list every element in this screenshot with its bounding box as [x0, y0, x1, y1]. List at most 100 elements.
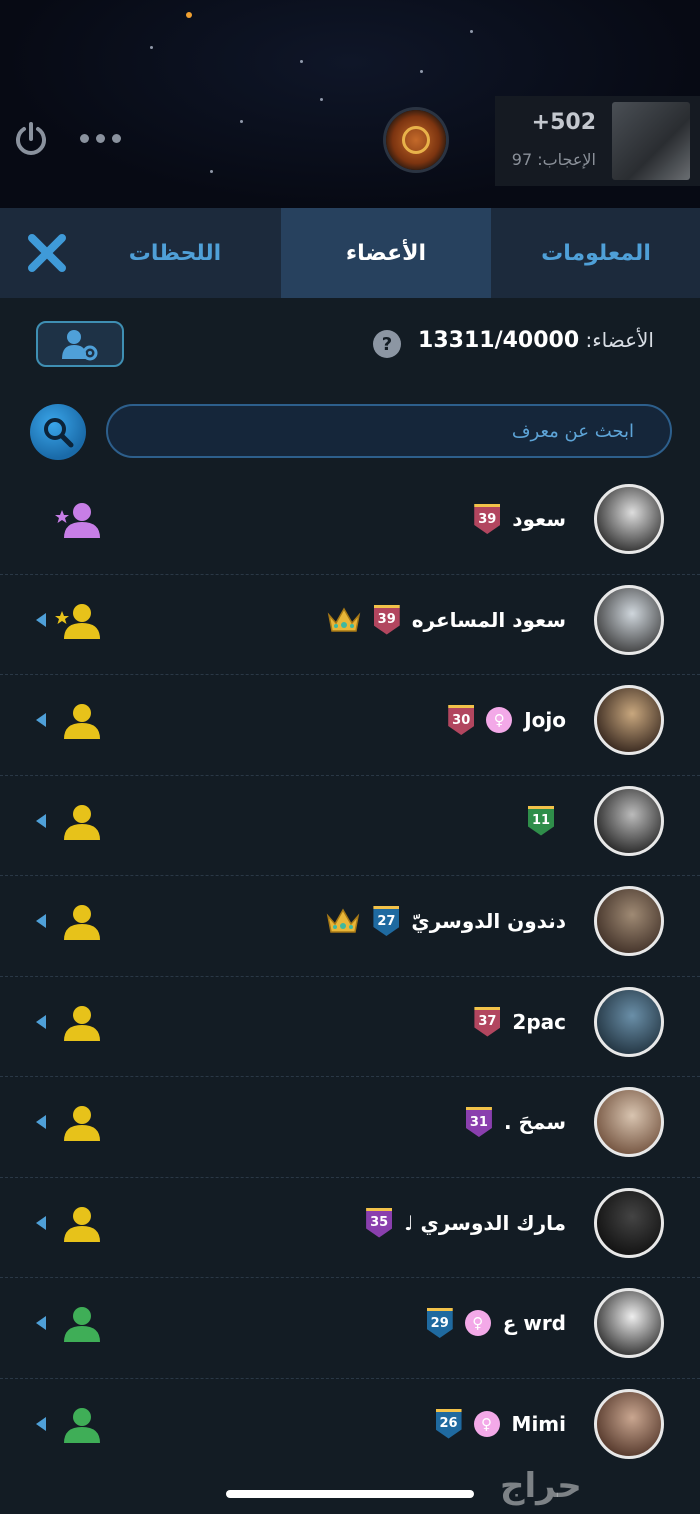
member-role-icon[interactable] [54, 1405, 102, 1445]
expand-arrow-icon[interactable] [36, 1115, 46, 1129]
member-name-group: Jojo ♀ 30 [448, 703, 566, 737]
member-name-group: 11 [528, 804, 566, 838]
star [186, 12, 192, 18]
member-name: Jojo [524, 708, 566, 732]
home-indicator [226, 1490, 474, 1498]
search-button[interactable] [30, 404, 86, 460]
star [240, 120, 243, 123]
members-count-value: 13311/40000 [418, 328, 580, 353]
member-role-icon[interactable] [54, 1304, 102, 1344]
member-name-group: سعود 39 [474, 502, 566, 536]
female-gender-icon: ♀ [464, 1310, 491, 1336]
group-thumbnail [612, 102, 690, 180]
level-badge: 30 [448, 705, 475, 735]
member-name: سعود [512, 507, 566, 531]
member-row[interactable]: دندون الدوسريّ 27 [0, 876, 700, 977]
avatar[interactable] [594, 584, 664, 655]
member-name-group: 2pac 37 [474, 1005, 566, 1039]
member-name: دندون الدوسريّ [411, 909, 566, 933]
expand-arrow-icon[interactable] [36, 914, 46, 928]
admin-role-icon[interactable] [54, 500, 102, 540]
search-icon [44, 418, 74, 448]
member-role-icon[interactable] [54, 1103, 102, 1143]
tab-info[interactable]: المعلومات [492, 208, 700, 298]
member-role-icon[interactable] [54, 1003, 102, 1043]
avatar[interactable] [594, 1388, 664, 1459]
member-name-group: دندون الدوسريّ 27 [325, 904, 566, 938]
co-admin-role-icon[interactable] [54, 601, 102, 641]
likes-count: +502 [531, 110, 596, 135]
star [320, 98, 323, 101]
tab-moments[interactable]: اللحظات [70, 208, 280, 298]
member-row[interactable]: 2pac 37 [0, 977, 700, 1077]
level-badge: 39 [373, 604, 400, 635]
star [150, 46, 153, 49]
expand-arrow-icon[interactable] [36, 813, 46, 828]
power-icon[interactable] [12, 120, 50, 158]
tab-bar: المعلومات الأعضاء اللحظات [0, 208, 700, 298]
avatar[interactable] [594, 685, 664, 755]
close-icon [28, 234, 66, 272]
level-badge: 29 [426, 1308, 453, 1338]
member-row[interactable]: 11 [0, 776, 700, 876]
search-input[interactable]: ابحث عن معرف [106, 404, 672, 458]
avatar[interactable] [594, 785, 664, 856]
star [210, 170, 213, 173]
member-list: سعود 39 سعود المساعره 39 Jojo ♀ 30 11 دندون الدو… [0, 474, 700, 1479]
level-badge: 37 [474, 1006, 501, 1037]
avatar[interactable] [594, 1288, 664, 1358]
level-badge: 26 [435, 1408, 462, 1439]
female-gender-icon: ♀ [486, 707, 513, 733]
level-badge: 35 [366, 1207, 393, 1238]
expand-arrow-icon[interactable] [36, 713, 46, 727]
member-settings-button[interactable] [36, 321, 124, 367]
member-row[interactable]: سعود المساعره 39 [0, 575, 700, 675]
member-row[interactable]: سمحَ . 31 [0, 1077, 700, 1178]
star [420, 70, 423, 73]
crown-icon [327, 908, 360, 933]
tab-members[interactable]: الأعضاء [281, 208, 491, 298]
help-icon[interactable]: ? [373, 330, 401, 358]
member-name-group: Mimi ♀ 26 [435, 1407, 566, 1441]
crown-icon [327, 606, 360, 632]
member-name: مارك الدوسري ♩ [404, 1210, 566, 1235]
expand-arrow-icon[interactable] [36, 612, 46, 627]
member-name-group: wrd ﻉ ♀ 29 [426, 1306, 566, 1340]
member-name-group: سمحَ . 31 [465, 1105, 566, 1139]
avatar[interactable] [594, 986, 664, 1057]
members-count: الأعضاء: 13311/40000 [418, 328, 654, 353]
expand-arrow-icon[interactable] [36, 1316, 46, 1330]
likes-card[interactable]: +502 الإعجاب: 97 [495, 96, 700, 186]
member-name: Mimi [511, 1411, 566, 1436]
close-button[interactable] [22, 226, 72, 280]
expand-arrow-icon[interactable] [36, 1416, 46, 1431]
avatar[interactable] [594, 886, 664, 956]
avatar[interactable] [594, 484, 664, 554]
member-name: سمحَ . [503, 1110, 566, 1134]
member-row[interactable]: سعود 39 [0, 474, 700, 575]
member-name: سعود المساعره [411, 607, 566, 632]
level-badge: 11 [528, 805, 554, 836]
likes-label: الإعجاب: 97 [511, 150, 596, 169]
member-name: 2pac [512, 1009, 566, 1034]
member-row[interactable]: wrd ﻉ ♀ 29 [0, 1278, 700, 1379]
level-badge: 39 [474, 504, 501, 534]
member-row[interactable]: Jojo ♀ 30 [0, 675, 700, 776]
expand-arrow-icon[interactable] [36, 1215, 46, 1230]
level-badge: 27 [373, 906, 400, 936]
group-header: +502 الإعجاب: 97 [0, 0, 700, 208]
member-row[interactable]: مارك الدوسري ♩ 35 [0, 1178, 700, 1278]
member-name-group: سعود المساعره 39 [326, 603, 566, 637]
member-role-icon[interactable] [54, 802, 102, 842]
member-role-icon[interactable] [54, 902, 102, 942]
group-emblem[interactable] [386, 110, 446, 170]
expand-arrow-icon[interactable] [36, 1014, 46, 1029]
member-row[interactable]: Mimi ♀ 26 [0, 1379, 700, 1480]
member-role-icon[interactable] [54, 1204, 102, 1244]
user-settings-icon [62, 330, 98, 361]
avatar[interactable] [594, 1087, 664, 1157]
avatar[interactable] [594, 1187, 664, 1258]
member-role-icon[interactable] [54, 701, 102, 741]
member-name-group: مارك الدوسري ♩ 35 [366, 1206, 566, 1240]
more-dots-icon[interactable] [80, 130, 122, 146]
